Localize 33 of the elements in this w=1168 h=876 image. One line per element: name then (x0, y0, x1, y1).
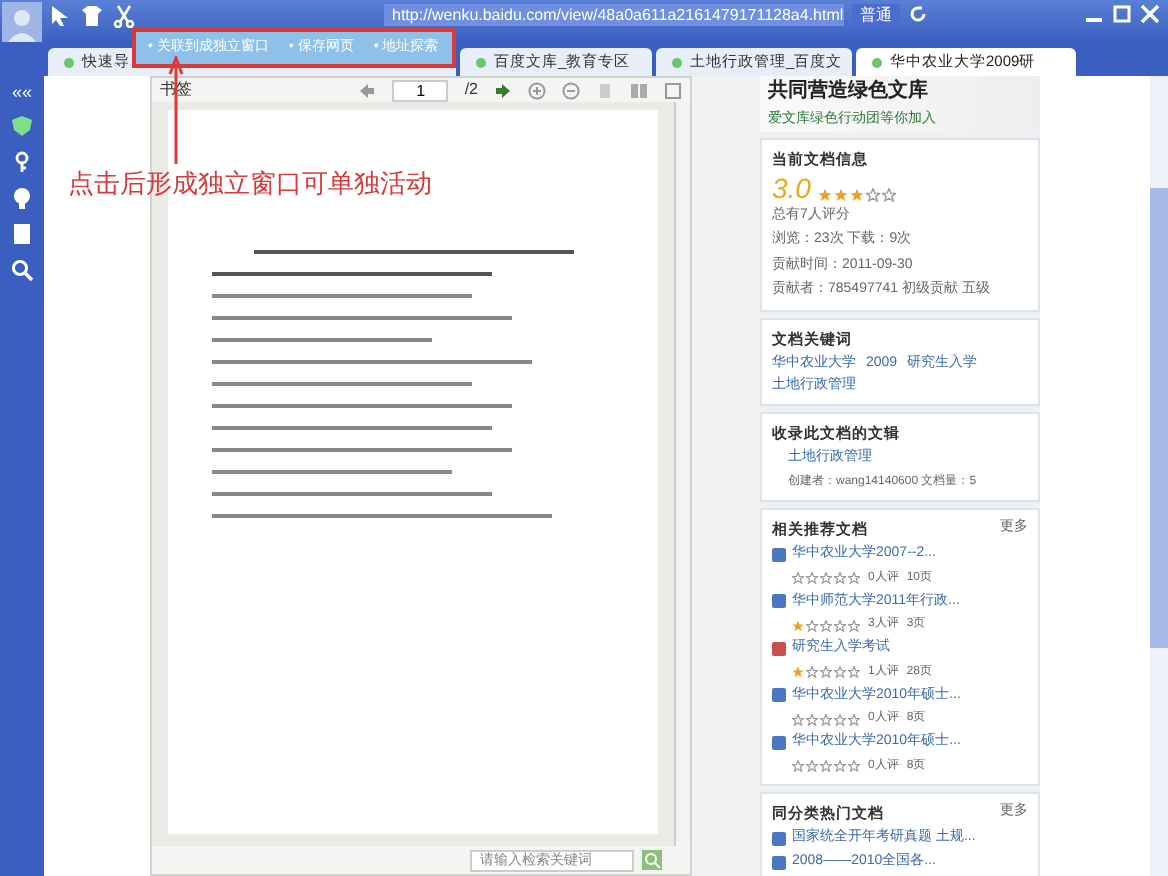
zoom-out-icon[interactable] (562, 81, 580, 99)
document-file-icon (772, 594, 786, 609)
shield-icon[interactable] (10, 114, 34, 138)
zoom-in-icon[interactable] (528, 81, 546, 99)
scrollbar[interactable] (1150, 76, 1168, 876)
document-icon[interactable] (10, 222, 34, 246)
search-icon[interactable] (10, 258, 34, 282)
filled-star-icon (792, 666, 804, 678)
collapse-icon[interactable]: «« (11, 84, 32, 102)
pdf-file-icon (772, 641, 786, 656)
mode-button[interactable]: 普通 (852, 4, 900, 28)
bulb-icon[interactable] (10, 186, 34, 210)
rating-score: 3.0 (772, 173, 811, 202)
scissors-icon[interactable] (112, 4, 136, 28)
banner-title: 共同营造绿色文库 (768, 76, 930, 106)
shirt-icon[interactable] (80, 4, 104, 28)
address-field[interactable]: http://wenku.baidu.com/view/48a0a611a2161479171128a4.html (384, 4, 844, 26)
filled-star-icon (792, 619, 804, 631)
maximize-icon[interactable] (1112, 4, 1132, 24)
page-total: /2 (464, 78, 478, 102)
document-file-icon (772, 547, 786, 562)
page-field[interactable]: 1 (392, 79, 449, 101)
fullscreen-icon[interactable] (664, 81, 682, 99)
left-arrow-icon[interactable] (358, 81, 377, 99)
close-icon[interactable] (1140, 4, 1160, 24)
refresh-icon[interactable] (908, 4, 928, 24)
document-file-icon (772, 735, 786, 750)
document-file-icon (772, 688, 786, 703)
key-icon[interactable] (10, 150, 34, 174)
bookmark-tab[interactable]: 书签 (160, 78, 192, 102)
annotation-caption: 点击后形成独立窗口可单独活动 (68, 166, 432, 202)
right-arrow-icon[interactable] (494, 81, 512, 99)
cursor-icon[interactable] (48, 4, 72, 28)
